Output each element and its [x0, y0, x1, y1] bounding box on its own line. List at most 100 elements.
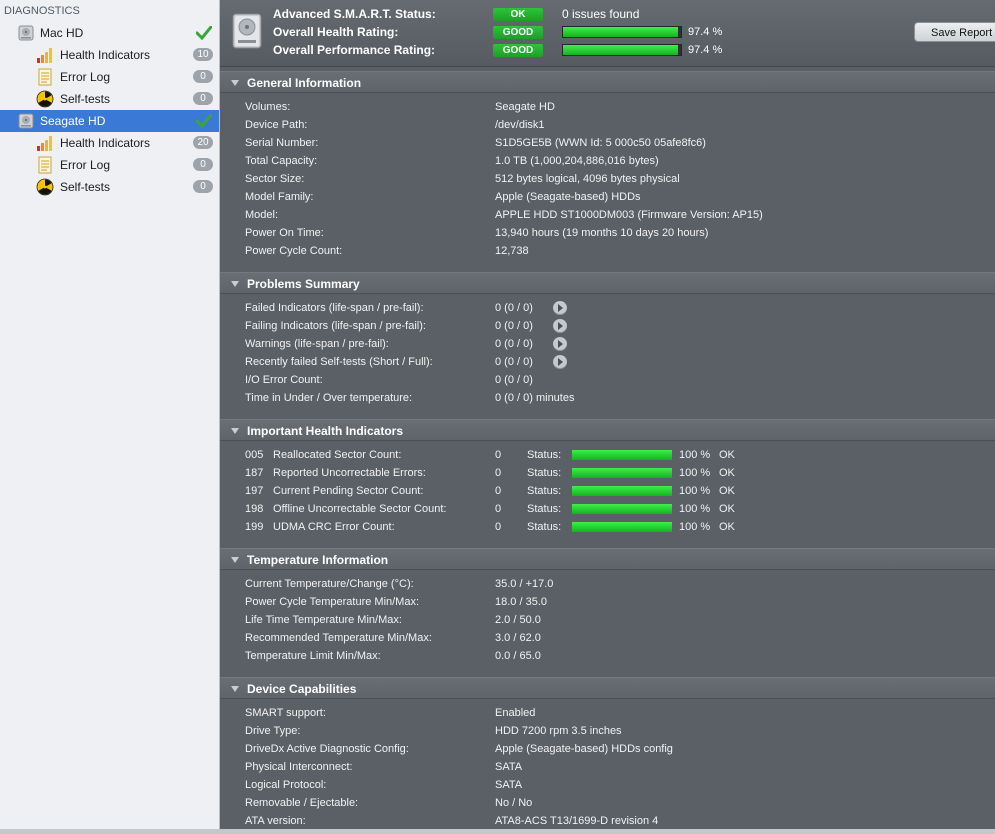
row-label: Total Capacity: — [245, 155, 318, 167]
info-row: Serial Number: S1D5GE5B (WWN Id: 5 000c50… — [220, 134, 995, 152]
sidebar: DIAGNOSTICS Mac HD Health Indicators 10 Err… — [0, 0, 220, 829]
row-label: Removable / Ejectable: — [245, 797, 359, 809]
save-report-button[interactable]: Save Report — [914, 22, 995, 42]
section-header-general[interactable]: General Information — [220, 71, 995, 93]
performance-rating-label: Overall Performance Rating: — [273, 43, 436, 57]
document-icon — [36, 156, 54, 174]
indicator-health-bar — [572, 486, 672, 496]
info-row: Removable / Ejectable: No / No — [220, 794, 995, 812]
section-body-health: 005 Reallocated Sector Count: 0 Status: 100 … — [220, 446, 995, 542]
sidebar-section-title: DIAGNOSTICS — [4, 5, 80, 17]
go-arrow-button[interactable] — [553, 301, 567, 315]
go-arrow-button[interactable] — [553, 337, 567, 351]
row-value: 0 (0 / 0) — [495, 320, 533, 332]
sidebar-item-error-log[interactable]: Error Log 0 — [0, 154, 219, 176]
sidebar-drive-mac-hd[interactable]: Mac HD — [0, 22, 219, 44]
row-label: Drive Type: — [245, 725, 301, 737]
sidebar-item-health-indicators[interactable]: Health Indicators 20 — [0, 132, 219, 154]
indicator-health-bar-fill — [572, 486, 672, 496]
health-indicator-row: 005 Reallocated Sector Count: 0 Status: 100 … — [220, 446, 995, 464]
row-label: Failing Indicators (life-span / pre-fail… — [245, 320, 426, 332]
info-row: Temperature Limit Min/Max: 0.0 / 65.0 — [220, 647, 995, 665]
row-value: 13,940 hours (19 months 10 days 20 hours… — [495, 227, 709, 239]
row-label: Device Path: — [245, 119, 308, 131]
count-badge: 0 — [193, 92, 213, 105]
row-value: 0 (0 / 0) — [495, 302, 533, 314]
health-indicator-row: 197 Current Pending Sector Count: 0 Status:… — [220, 482, 995, 500]
performance-rating-percent: 97.4 % — [688, 44, 723, 56]
row-label: Power Cycle Count: — [245, 245, 343, 257]
performance-rating-bar — [562, 44, 682, 56]
disclosure-triangle-icon[interactable] — [231, 428, 239, 434]
health-indicator-row: 198 Offline Uncorrectable Sector Count: 0 S… — [220, 500, 995, 518]
radiation-icon — [36, 178, 54, 196]
indicator-health-bar-fill — [572, 468, 672, 478]
sidebar-item-self-tests[interactable]: Self-tests 0 — [0, 176, 219, 198]
status-label: Status: — [527, 467, 562, 479]
row-value: Enabled — [495, 707, 536, 719]
go-arrow-button[interactable] — [553, 355, 567, 369]
info-row: Power Cycle Count: 12,738 — [220, 242, 995, 260]
row-value: ATA8-ACS T13/1699-D revision 4 — [495, 815, 659, 827]
section-header-capabilities[interactable]: Device Capabilities — [220, 677, 995, 699]
count-badge: 0 — [193, 180, 213, 193]
performance-rating-row: Overall Performance Rating: GOOD 97.4 % — [273, 41, 722, 59]
sidebar-drive-seagate-hd[interactable]: Seagate HD — [0, 110, 219, 132]
info-row: Recommended Temperature Min/Max: 3.0 / 62… — [220, 629, 995, 647]
health-rating-label: Overall Health Rating: — [273, 25, 399, 39]
sidebar-item-label: Self-tests — [60, 92, 111, 106]
status-summary-bar: Advanced S.M.A.R.T. Status: OK 0 issues … — [220, 0, 995, 67]
indicator-code: 197 — [245, 485, 264, 497]
indicator-name: Reported Uncorrectable Errors: — [273, 467, 426, 479]
health-rating-percent: 97.4 % — [688, 26, 723, 38]
sidebar-item-error-log[interactable]: Error Log 0 — [0, 66, 219, 88]
sidebar-item-self-tests[interactable]: Self-tests 0 — [0, 88, 219, 110]
status-label: Status: — [527, 485, 562, 497]
row-label: Recently failed Self-tests (Short / Full… — [245, 356, 433, 368]
indicator-value: 0 — [495, 449, 502, 461]
section-header-health[interactable]: Important Health Indicators — [220, 419, 995, 441]
info-row: Time in Under / Over temperature: 0 (0 / … — [220, 389, 995, 407]
indicator-percent: 100 % — [679, 449, 711, 461]
performance-rating-badge: GOOD — [493, 43, 543, 57]
disclosure-triangle-icon[interactable] — [231, 557, 239, 563]
row-label: Temperature Limit Min/Max: — [245, 650, 381, 662]
indicator-name: UDMA CRC Error Count: — [273, 521, 395, 533]
indicator-health-bar — [572, 504, 672, 514]
bar-chart-icon — [36, 134, 54, 152]
section-header-temperature[interactable]: Temperature Information — [220, 548, 995, 570]
section-body-temperature: Current Temperature/Change (°C): 35.0 / +… — [220, 575, 995, 671]
bar-chart-icon — [36, 46, 54, 64]
disclosure-triangle-icon[interactable] — [231, 80, 239, 86]
disclosure-triangle-icon[interactable] — [231, 686, 239, 692]
radiation-icon — [36, 90, 54, 108]
row-value: 2.0 / 50.0 — [495, 614, 541, 626]
indicator-health-bar — [572, 468, 672, 478]
row-value: 35.0 / +17.0 — [495, 578, 554, 590]
info-row: DriveDx Active Diagnostic Config: Apple (… — [220, 740, 995, 758]
info-row: Volumes: Seagate HD — [220, 98, 995, 116]
go-arrow-button[interactable] — [553, 319, 567, 333]
sidebar-item-health-indicators[interactable]: Health Indicators 10 — [0, 44, 219, 66]
info-row: Failed Indicators (life-span / pre-fail)… — [220, 299, 995, 317]
row-value: Seagate HD — [495, 101, 555, 113]
status-label: Status: — [527, 503, 562, 515]
row-label: Power On Time: — [245, 227, 324, 239]
sidebar-item-label: Error Log — [60, 70, 111, 84]
row-value: No / No — [495, 797, 533, 809]
section-body-general: Volumes: Seagate HD Device Path: /dev/disk1… — [220, 98, 995, 266]
section-body-capabilities: SMART support: Enabled Drive Type: HDD 7200… — [220, 704, 995, 829]
section-header-problems[interactable]: Problems Summary — [220, 272, 995, 294]
indicator-health-bar-fill — [572, 522, 672, 532]
info-row: Recently failed Self-tests (Short / Full… — [220, 353, 995, 371]
disclosure-triangle-icon[interactable] — [231, 281, 239, 287]
indicator-percent: 100 % — [679, 521, 711, 533]
row-label: Time in Under / Over temperature: — [245, 392, 413, 404]
smart-status-label: Advanced S.M.A.R.T. Status: — [273, 7, 436, 21]
indicator-health-bar — [572, 522, 672, 532]
section-title: Temperature Information — [247, 553, 389, 567]
row-value: 3.0 / 62.0 — [495, 632, 541, 644]
count-badge: 20 — [193, 136, 213, 149]
indicator-health-bar — [572, 450, 672, 460]
window-bottom-edge — [0, 829, 995, 834]
